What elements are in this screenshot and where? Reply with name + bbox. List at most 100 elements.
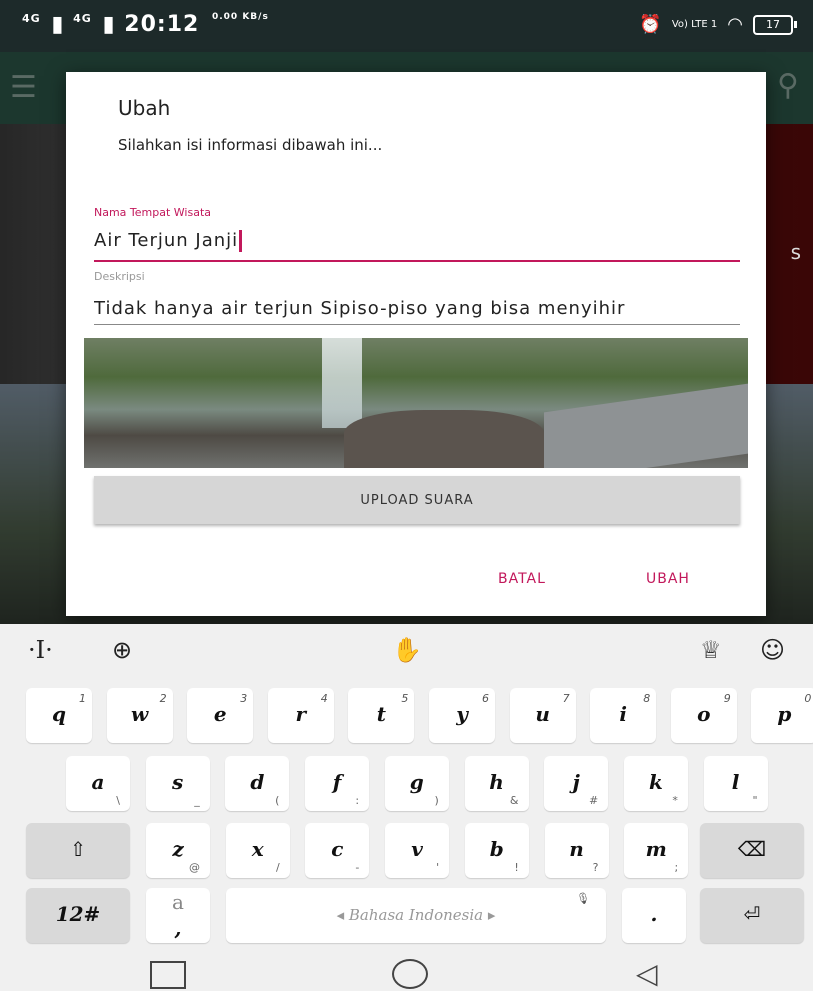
keyboard-toolbar: ·I· ⊕ ✋ ♕ ☺ [0, 624, 813, 676]
rock-shape [344, 410, 544, 468]
key-label: z [172, 837, 184, 861]
emoji-icon[interactable]: ☺ [760, 636, 785, 664]
key-label: k [648, 770, 663, 794]
key-alt-label: - [355, 861, 360, 874]
key-c[interactable]: c- [305, 823, 370, 878]
alarm-icon: ⏰ [639, 14, 662, 35]
dialog-subtitle: Silahkan isi informasi dibawah ini... [118, 136, 383, 154]
key-label: q [52, 702, 66, 726]
key-label: s [172, 770, 184, 794]
key-label: c [331, 837, 344, 861]
key-label: y [456, 702, 468, 726]
key-t[interactable]: t5 [348, 688, 415, 743]
keyboard: q1w2e3r4t5y6u7i8o9p0 a \ s _ d(f: g) h & j # k * l " … [0, 676, 813, 953]
cancel-button[interactable]: BATAL [492, 570, 552, 588]
name-value: Air Terjun Janji [94, 230, 239, 251]
key-alt-label: " [752, 794, 758, 807]
key-alt-label: 1 [79, 692, 86, 705]
gesture-icon[interactable]: ✋ [392, 636, 422, 664]
comma-key-top: a [172, 890, 184, 914]
key-alt-label: 0 [804, 692, 812, 705]
name-field[interactable]: Air Terjun Janji [94, 230, 740, 262]
key-u[interactable]: u7 [509, 688, 576, 743]
key-alt-label: 9 [723, 692, 731, 705]
key-g[interactable]: g) [384, 756, 449, 811]
key-e[interactable]: e3 [187, 688, 254, 743]
place-photo[interactable] [84, 338, 748, 468]
key-alt-label: ) [434, 794, 439, 807]
submit-button[interactable]: UBAH [640, 570, 696, 588]
key-w[interactable]: w2 [106, 688, 173, 743]
enter-icon: ⏎ [743, 902, 761, 926]
rock-shape-2 [544, 383, 748, 468]
key-alt-label: ! [514, 861, 519, 874]
net-speed: 0.00 KB/s [211, 12, 269, 22]
key-alt-label: 4 [320, 692, 328, 705]
key-y[interactable]: y6 [429, 688, 495, 743]
key-alt-label: # [588, 794, 599, 807]
key-k[interactable]: k * [623, 756, 688, 811]
key-s[interactable]: s _ [145, 756, 210, 811]
key-r[interactable]: r4 [267, 688, 334, 743]
key-label: g [409, 770, 424, 794]
key-alt-label: ? [592, 861, 599, 874]
name-label: Nama Tempat Wisata [94, 206, 212, 219]
key-h[interactable]: h & [464, 756, 529, 811]
globe-icon[interactable]: ⊕ [112, 636, 132, 664]
key-j[interactable]: j # [544, 756, 609, 811]
space-key-label: ◂ Bahasa Indonesia ▸ [336, 906, 496, 924]
key-p[interactable]: p0 [751, 688, 813, 743]
key-label: j [572, 770, 580, 794]
key-n[interactable]: n? [544, 823, 609, 878]
key-z[interactable]: z @ [146, 823, 210, 878]
enter-key[interactable]: ⏎ [700, 888, 804, 943]
key-label: w [130, 702, 149, 726]
numbers-key-label: 12# [55, 902, 101, 926]
key-v[interactable]: v ' [385, 823, 450, 878]
nav-bar: ◁ [0, 953, 813, 991]
key-alt-label: 5 [401, 692, 409, 705]
key-o[interactable]: o9 [670, 688, 737, 743]
key-f[interactable]: f: [305, 756, 370, 811]
shift-key[interactable]: ⇧ [26, 823, 130, 878]
key-b[interactable]: b! [464, 823, 529, 878]
key-l[interactable]: l " [703, 756, 768, 811]
shirt-icon[interactable]: ♕ [700, 636, 722, 664]
key-m[interactable]: m; [624, 823, 689, 878]
upload-audio-button[interactable]: UPLOAD SUARA [94, 476, 740, 524]
lte-indicator: Vo) LTE 1 [671, 18, 718, 30]
key-a[interactable]: a \ [66, 756, 130, 811]
key-q[interactable]: q1 [26, 688, 92, 743]
backspace-key[interactable]: ⌫ [700, 823, 804, 878]
key-label: f [332, 770, 342, 794]
key-x[interactable]: x / [225, 823, 290, 878]
clock: 20:12 [124, 12, 200, 37]
key-label: i [619, 702, 627, 726]
key-d[interactable]: d( [225, 756, 290, 811]
key-alt-label: / [275, 861, 280, 874]
home-icon[interactable] [392, 959, 428, 989]
key-label: l [731, 770, 740, 794]
key-alt-label: ' [436, 861, 440, 874]
space-key[interactable]: ◂ Bahasa Indonesia ▸ 🎙 [226, 888, 606, 943]
back-icon[interactable]: ◁ [636, 957, 658, 990]
key-label: h [489, 770, 504, 794]
key-alt-label: _ [194, 794, 200, 807]
description-field[interactable]: Tidak hanya air terjun Sipiso-piso yang … [94, 298, 740, 325]
key-label: b [489, 837, 504, 861]
period-key[interactable]: . [622, 888, 686, 943]
numbers-key[interactable]: 12# [26, 888, 130, 943]
recents-icon[interactable] [150, 961, 186, 989]
key-label: x [251, 837, 264, 861]
comma-key[interactable]: a , [146, 888, 210, 943]
language-label: Bahasa Indonesia [348, 906, 484, 924]
key-i[interactable]: i8 [590, 688, 657, 743]
key-alt-label: 3 [240, 692, 248, 705]
period-key-label: . [650, 902, 658, 926]
text-cursor-icon[interactable]: ·I· [28, 636, 53, 664]
edit-dialog: Ubah Silahkan isi informasi dibawah ini.… [66, 72, 766, 616]
comma-key-bottom: , [174, 916, 182, 940]
key-label: r [295, 702, 307, 726]
text-caret [239, 230, 243, 252]
key-alt-label: ( [275, 794, 280, 807]
